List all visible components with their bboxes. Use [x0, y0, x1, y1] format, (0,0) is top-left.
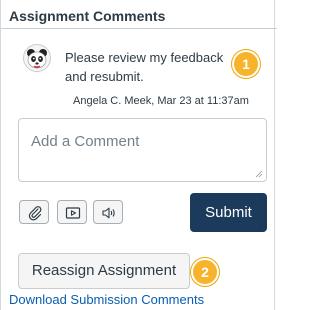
paperclip-icon	[28, 206, 42, 221]
reassign-assignment-button[interactable]: Reassign Assignment	[18, 253, 190, 289]
panda-avatar-icon	[23, 44, 51, 72]
record-audio-button[interactable]	[93, 200, 123, 224]
resize-grip-icon[interactable]	[255, 170, 263, 178]
comment-input[interactable]: Add a Comment	[18, 118, 267, 182]
submit-button[interactable]: Submit	[190, 193, 267, 232]
attach-file-button[interactable]	[19, 200, 49, 224]
download-submission-comments-link[interactable]: Download Submission Comments	[9, 292, 204, 307]
media-play-icon	[65, 207, 81, 219]
callout-badge-2: 2	[191, 258, 219, 286]
callout-badge-1: 1	[232, 50, 260, 78]
comment-meta: Angela C. Meek, Mar 23 at 11:37am	[73, 95, 249, 107]
divider	[1, 28, 277, 29]
comment-placeholder: Add a Comment	[31, 133, 140, 150]
section-title: Assignment Comments	[9, 8, 166, 24]
assignment-comments-panel: Assignment Comments Please review my fee…	[0, 0, 277, 310]
comment-text: Please review my feedback and resubmit.	[65, 50, 224, 84]
audio-speaker-icon	[102, 207, 115, 219]
record-media-button[interactable]	[57, 200, 87, 224]
